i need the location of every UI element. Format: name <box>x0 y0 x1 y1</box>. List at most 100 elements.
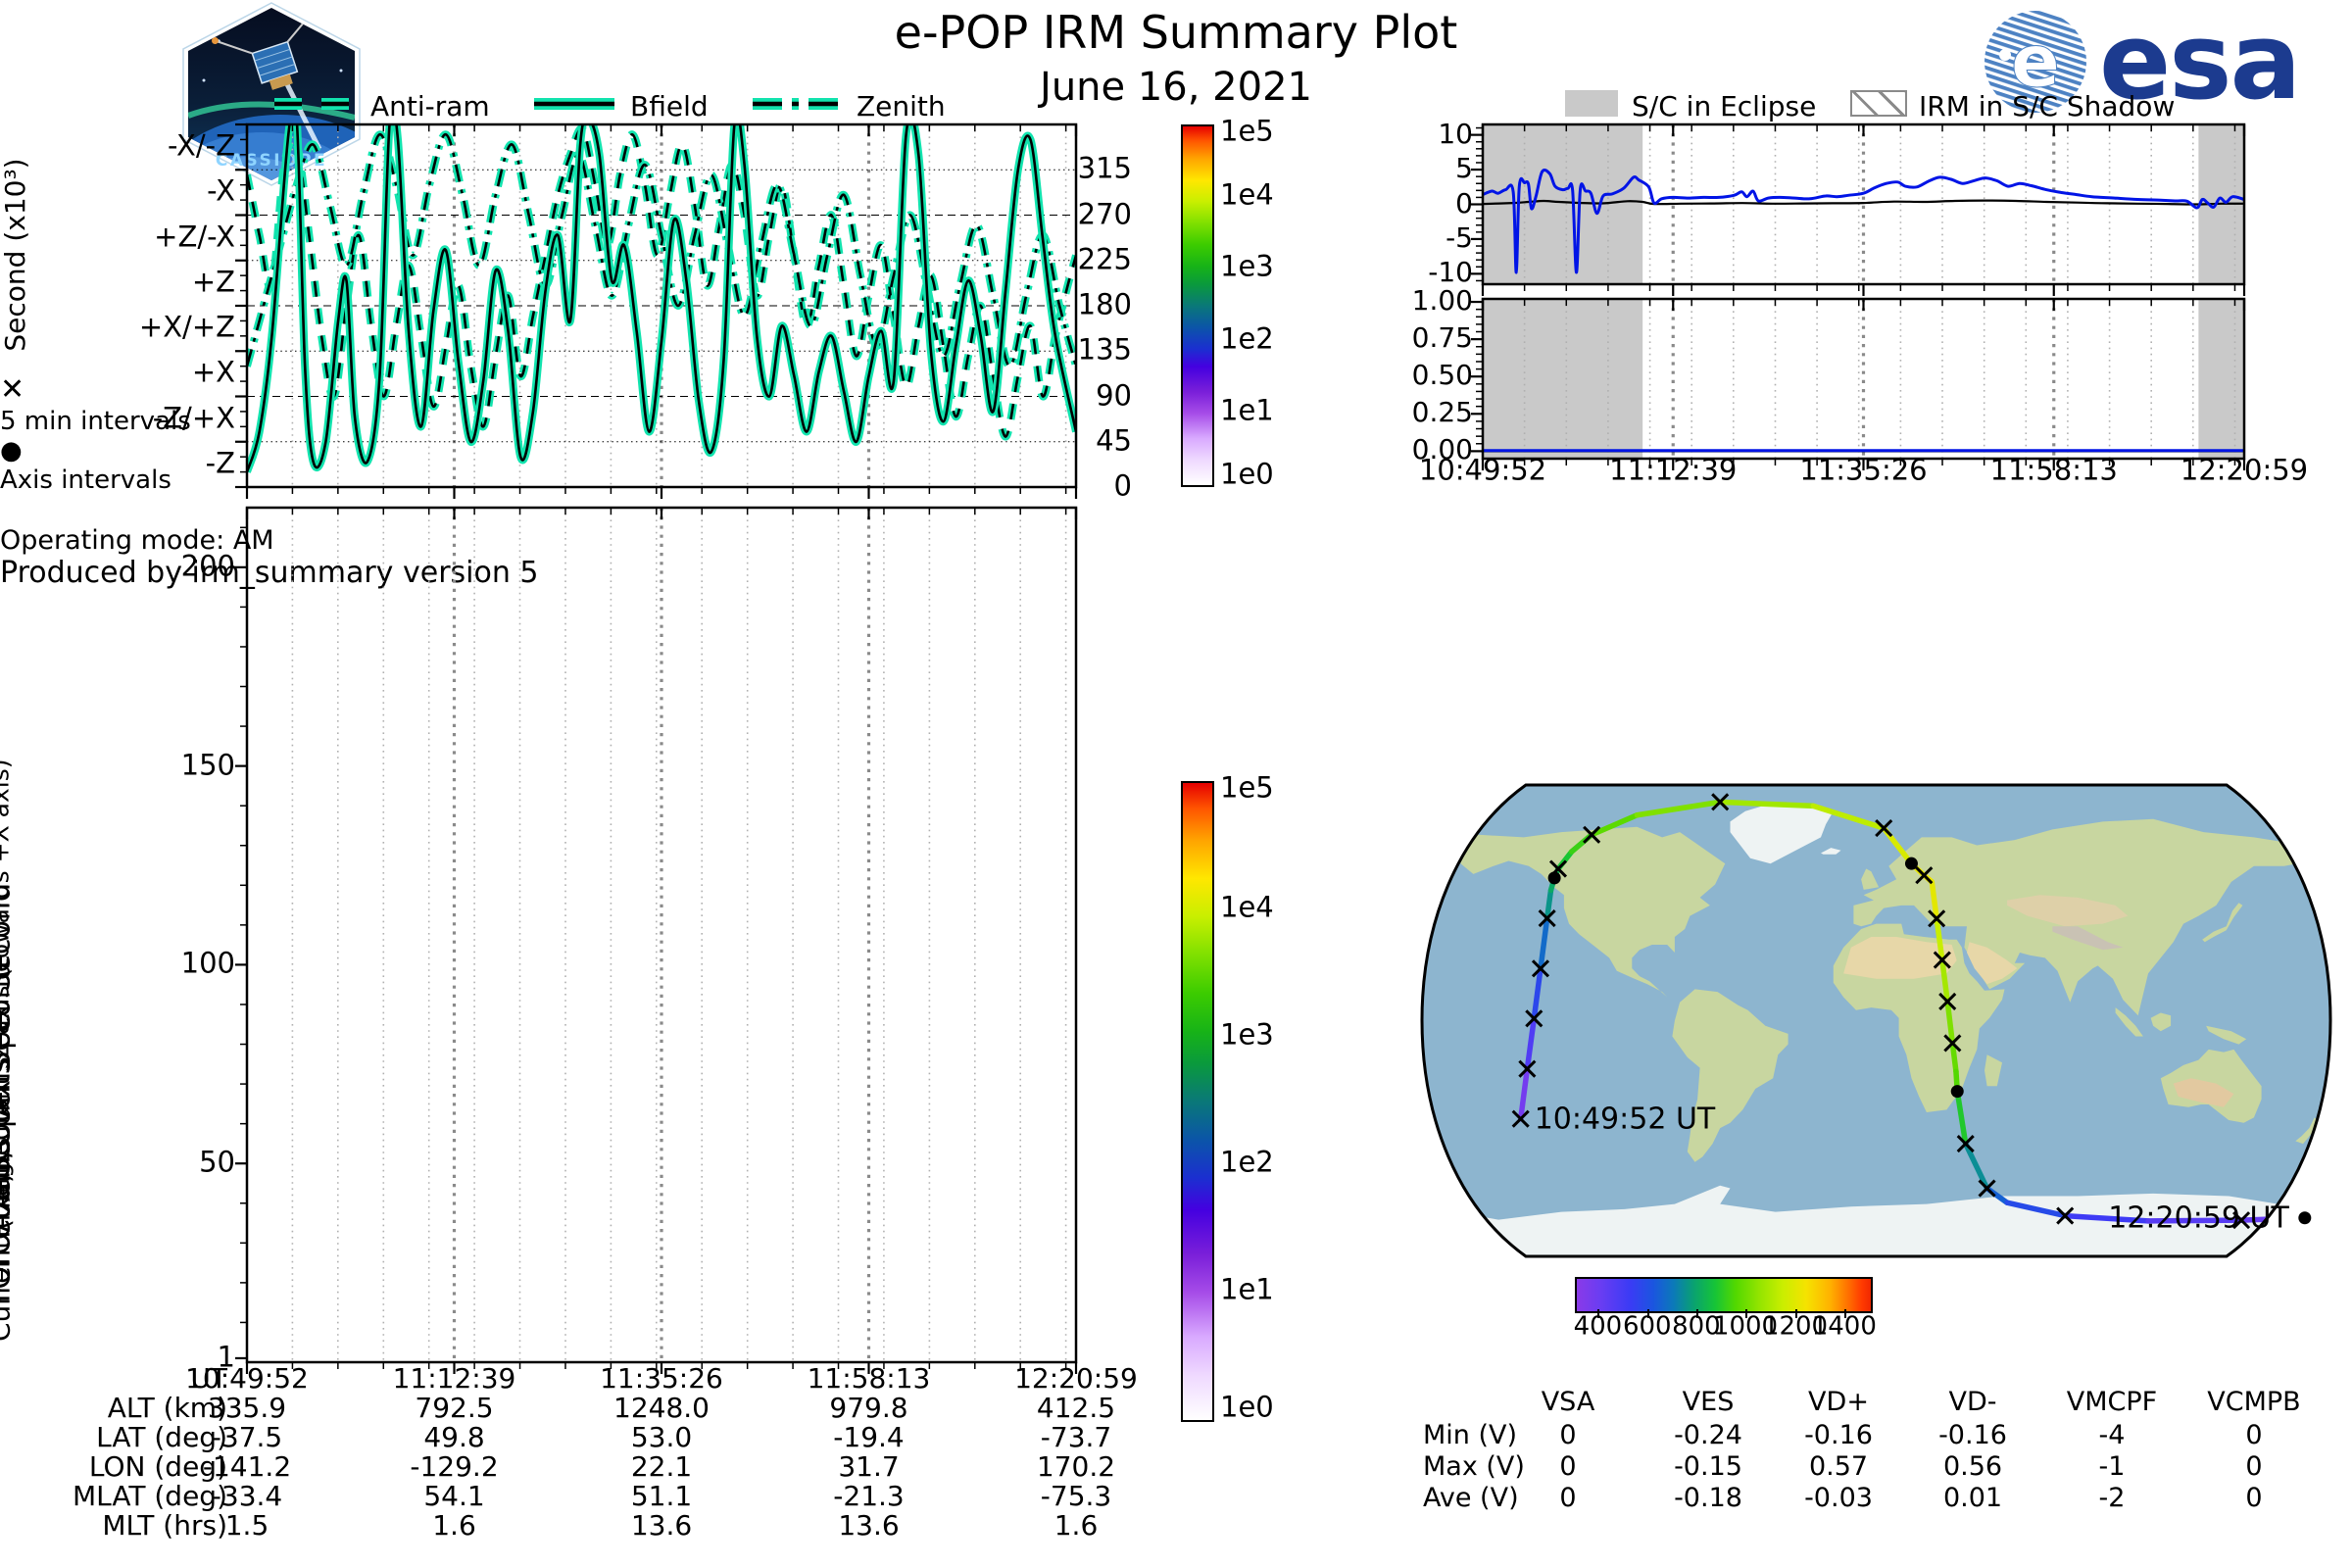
ephemeris-cell: 53.0 <box>630 1420 693 1453</box>
hit-counter-label: Hit Counter <box>0 0 15 1520</box>
ephemeris-row-label: MLT (hrs) <box>102 1508 227 1542</box>
time-xtick: 11:12:39 <box>1609 453 1738 487</box>
altitude-colorbar <box>1575 1277 1873 1313</box>
epop-irm-summary-plot: CASSIOPE e-POP IRM Summary Plot June 16,… <box>0 0 2352 1568</box>
toa-bin-plot <box>235 506 1078 1374</box>
ephemeris-cell: 412.5 <box>1036 1391 1116 1424</box>
ephemeris-cell: 11:35:26 <box>600 1361 723 1395</box>
time-xtick: 11:58:13 <box>1989 453 2118 487</box>
voltage-column-header: VD+ <box>1808 1386 1869 1417</box>
ephemeris-cell: 13.6 <box>838 1508 900 1542</box>
sc-axis-plot <box>235 122 1078 499</box>
voltage-column-header: VCMPB <box>2207 1386 2301 1417</box>
sc-axis-category: -X <box>207 173 235 208</box>
current-ytick: -5 <box>1446 220 1473 254</box>
ephemeris-cell: 170.2 <box>1036 1449 1116 1483</box>
ephemeris-cell: 792.5 <box>415 1391 494 1424</box>
ephemeris-cell: 51.1 <box>630 1479 693 1512</box>
sc-axis-category: -Z <box>205 446 235 480</box>
ephemeris-cell: -129.2 <box>410 1449 499 1483</box>
angle-axis-tick: 270 <box>1077 196 1132 230</box>
ephemeris-cell: 49.8 <box>423 1420 485 1453</box>
voltage-row-label: Ave (V) <box>1423 1482 1519 1513</box>
voltage-column-header: VES <box>1682 1386 1735 1417</box>
voltage-cell: -2 <box>2098 1482 2126 1513</box>
altitude-tickmark <box>1695 1309 1698 1318</box>
page-title: e-POP IRM Summary Plot <box>894 6 1458 59</box>
voltage-cell: 0 <box>1559 1450 1577 1482</box>
ephemeris-cell: -19.4 <box>833 1420 905 1453</box>
anti-ram-legend-swatch <box>274 98 355 110</box>
voltage-row-label: Min (V) <box>1423 1419 1518 1450</box>
ephemeris-row-label: MLAT (deg) <box>72 1479 227 1512</box>
sensor-current-plot <box>1471 122 2246 296</box>
voltage-cell: 0 <box>2245 1419 2263 1450</box>
voltage-cell: 0 <box>2245 1450 2263 1482</box>
pixel-colorbar <box>1181 124 1214 487</box>
tof-colorbar-tick: 1e5 <box>1220 770 1274 805</box>
toa-ytick: 100 <box>180 946 235 980</box>
ephemeris-cell: 979.8 <box>829 1391 908 1424</box>
tof-colorbar <box>1181 781 1214 1422</box>
altitude-tickmark <box>1646 1309 1649 1318</box>
pixel-colorbar-tick: 1e2 <box>1220 320 1274 355</box>
ephemeris-cell: 11:58:13 <box>807 1361 931 1395</box>
time-xtick: 11:35:26 <box>1799 453 1928 487</box>
tof-colorbar-tick: 1e0 <box>1220 1390 1274 1424</box>
voltage-cell: 0.57 <box>1808 1450 1869 1482</box>
counts-ytick: 0.75 <box>1411 320 1473 354</box>
altitude-tickmark <box>1597 1309 1600 1318</box>
voltage-column-header: VSA <box>1541 1386 1595 1417</box>
altitude-tickmark <box>1843 1309 1846 1318</box>
ephemeris-cell: 13.6 <box>630 1508 693 1542</box>
legend-bfield: Bfield <box>630 90 709 122</box>
angle-axis-tick: 225 <box>1077 242 1132 276</box>
ephemeris-cell: -73.7 <box>1040 1420 1112 1453</box>
bfield-legend-swatch <box>534 98 614 110</box>
voltage-column-header: VD- <box>1948 1386 1997 1417</box>
sc-axis-category: +X <box>191 355 235 389</box>
ephemeris-cell: 1.6 <box>1054 1508 1099 1542</box>
zenith-legend-swatch <box>753 98 843 110</box>
ephemeris-cell: -33.4 <box>211 1479 283 1512</box>
legend-shadow: IRM in S/C Shadow <box>1919 90 2176 122</box>
ephemeris-cell: -21.3 <box>833 1479 905 1512</box>
tof-colorbar-tick: 1e3 <box>1220 1017 1274 1052</box>
voltage-cell: -0.16 <box>1938 1419 2007 1450</box>
tof-colorbar-tick: 1e4 <box>1220 890 1274 924</box>
ephemeris-cell: 1.6 <box>432 1508 476 1542</box>
pixel-colorbar-tick: 1e1 <box>1220 393 1274 427</box>
voltage-cell: -0.15 <box>1674 1450 1742 1482</box>
tof-colorbar-tick: 1e2 <box>1220 1145 1274 1179</box>
altitude-tickmark <box>1745 1309 1747 1318</box>
sc-axis-category: +Z <box>191 265 235 299</box>
sc-axis-category: -X/-Z <box>168 128 235 163</box>
legend-eclipse: S/C in Eclipse <box>1632 90 1817 122</box>
time-xtick: 12:20:59 <box>2180 453 2309 487</box>
shadow-legend-swatch <box>1850 90 1907 117</box>
pixel-colorbar-tick: 1e3 <box>1220 249 1274 283</box>
voltage-cell: 0 <box>2245 1482 2263 1513</box>
voltage-cell: -0.18 <box>1674 1482 1742 1513</box>
hit-counter-plot <box>1471 297 2246 470</box>
pixel-colorbar-tick: 1e4 <box>1220 177 1274 212</box>
current-ytick: 10 <box>1438 117 1473 150</box>
voltage-cell: -1 <box>2098 1450 2126 1482</box>
counts-ytick: 1.00 <box>1411 283 1473 317</box>
voltage-cell: -0.16 <box>1804 1419 1873 1450</box>
ephemeris-cell: -75.3 <box>1040 1479 1112 1512</box>
current-ytick: 0 <box>1455 186 1473 220</box>
voltage-cell: -0.03 <box>1804 1482 1873 1513</box>
voltage-row-label: Max (V) <box>1423 1450 1525 1482</box>
counts-ytick: 0.25 <box>1411 396 1473 429</box>
legend-zenith: Zenith <box>857 90 946 122</box>
angle-axis-tick: 180 <box>1077 287 1132 321</box>
voltage-column-header: VMCPF <box>2066 1386 2158 1417</box>
angle-axis-tick: 0 <box>1113 468 1132 503</box>
ephemeris-cell: 31.7 <box>838 1449 900 1483</box>
pixel-colorbar-tick: 1e0 <box>1220 457 1274 491</box>
tof-colorbar-tick: 1e1 <box>1220 1272 1274 1306</box>
track-end-label: 12:20:59 UT <box>2108 1201 2289 1236</box>
ephemeris-cell: -37.5 <box>211 1420 283 1453</box>
ephemeris-cell: 22.1 <box>630 1449 693 1483</box>
